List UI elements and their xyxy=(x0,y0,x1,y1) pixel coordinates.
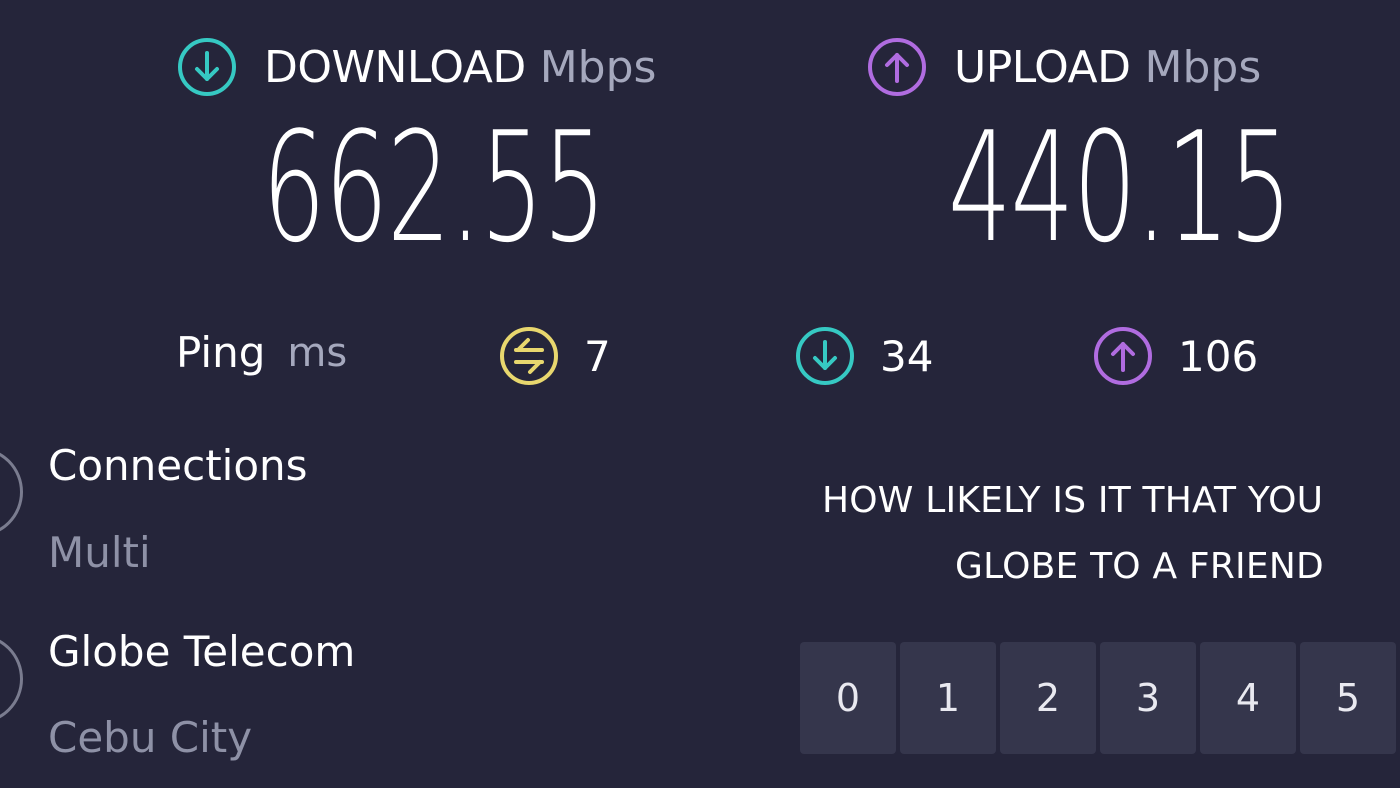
connections-value[interactable]: Multi xyxy=(48,528,151,577)
download-speed-value: 662.55 xyxy=(262,99,606,276)
ping-heading: Ping ms xyxy=(176,328,347,377)
idle-ping: 7 xyxy=(498,325,611,387)
upload-unit: Mbps xyxy=(1144,41,1262,93)
download-arrow-icon xyxy=(178,38,236,96)
download-ping: 34 xyxy=(794,325,933,387)
download-unit: Mbps xyxy=(539,41,657,93)
rating-button-0[interactable]: 0 xyxy=(800,642,896,754)
ping-label: Ping xyxy=(176,328,266,377)
download-arrow-icon xyxy=(796,327,854,385)
idle-ping-value: 7 xyxy=(584,331,611,381)
ping-unit: ms xyxy=(287,329,348,376)
rating-button-1[interactable]: 1 xyxy=(900,642,996,754)
rating-scale: 0 1 2 3 4 5 xyxy=(800,642,1400,754)
rating-button-4[interactable]: 4 xyxy=(1200,642,1296,754)
upload-arrow-icon xyxy=(1094,327,1152,385)
download-label: DOWNLOAD xyxy=(264,41,526,93)
upload-speed-value: 440.15 xyxy=(948,99,1292,276)
upload-header: UPLOAD Mbps xyxy=(866,36,1261,98)
connections-title: Connections xyxy=(48,441,308,490)
ping-exchange-icon xyxy=(500,327,558,385)
connections-toggle-icon[interactable] xyxy=(0,447,23,537)
download-header: DOWNLOAD Mbps xyxy=(176,36,656,98)
rating-button-3[interactable]: 3 xyxy=(1100,642,1196,754)
download-ping-value: 34 xyxy=(880,331,934,381)
upload-arrow-icon xyxy=(868,38,926,96)
survey-question-line2: GLOBE TO A FRIEND xyxy=(955,546,1324,587)
rating-button-2[interactable]: 2 xyxy=(1000,642,1096,754)
upload-ping: 106 xyxy=(1092,325,1258,387)
server-change-icon[interactable] xyxy=(0,634,23,724)
server-location[interactable]: Cebu City xyxy=(48,713,252,762)
upload-ping-value: 106 xyxy=(1178,331,1259,381)
rating-button-5[interactable]: 5 xyxy=(1300,642,1396,754)
survey-question-line1: HOW LIKELY IS IT THAT YOU xyxy=(822,480,1324,521)
upload-label: UPLOAD xyxy=(954,41,1131,93)
server-provider: Globe Telecom xyxy=(48,627,356,676)
